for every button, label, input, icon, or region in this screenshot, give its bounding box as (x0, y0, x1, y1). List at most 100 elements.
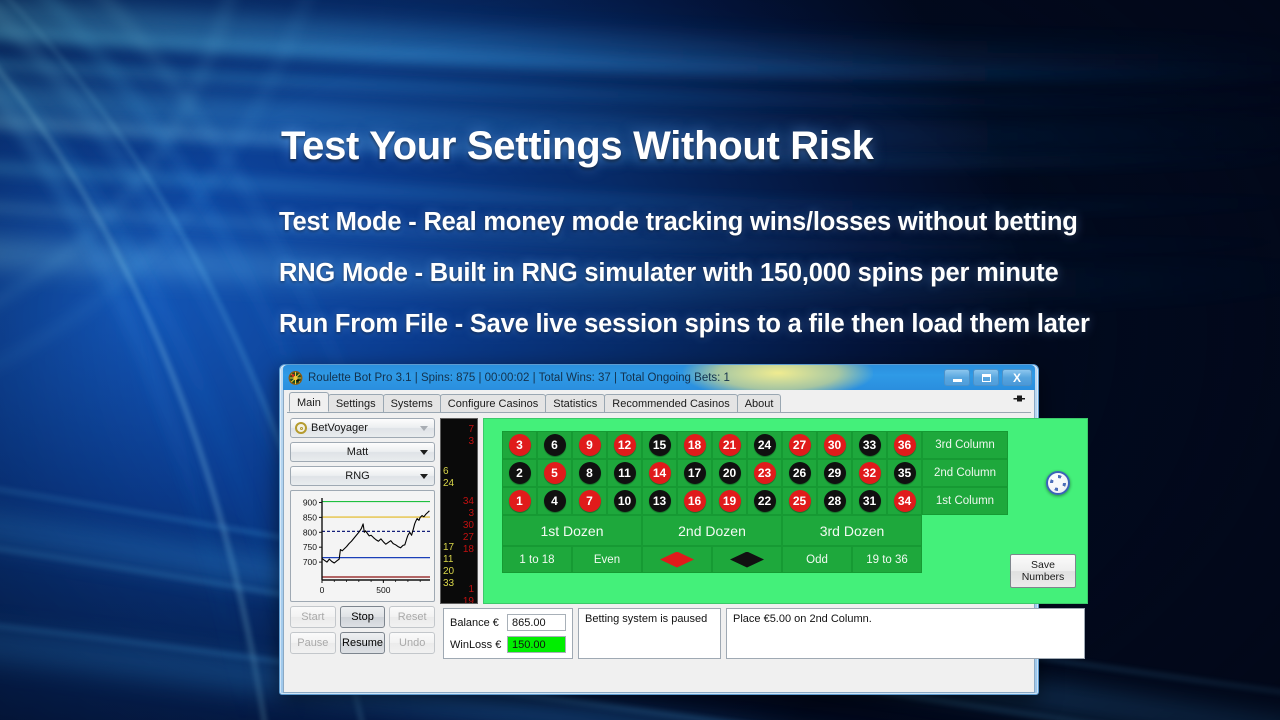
number-cell-15[interactable]: 15 (642, 431, 677, 459)
number-cell-25[interactable]: 25 (782, 487, 817, 515)
number-cell-14[interactable]: 14 (642, 459, 677, 487)
column-bet-2[interactable]: 1st Column (922, 487, 1008, 515)
number-cell-4[interactable]: 4 (537, 487, 572, 515)
number-cell-12[interactable]: 12 (607, 431, 642, 459)
casino-select[interactable]: BetVoyager (290, 418, 435, 438)
spin-history-strip[interactable]: 6 24 17 11 20 33 7 3 34 3 30 27 18 1 19 (440, 418, 478, 604)
tab-configure-casinos[interactable]: Configure Casinos (439, 394, 547, 412)
maximize-icon[interactable] (973, 369, 999, 386)
number-cell-29[interactable]: 29 (817, 459, 852, 487)
dozen-bet-2[interactable]: 3rd Dozen (782, 515, 922, 546)
number-cell-35[interactable]: 35 (887, 459, 922, 487)
chart-xtick-label: 0 (320, 585, 325, 595)
number-cell-16[interactable]: 16 (677, 487, 712, 515)
pin-icon[interactable] (1013, 392, 1026, 410)
tab-main[interactable]: Main (289, 392, 329, 412)
number-chip: 12 (613, 434, 636, 456)
number-cell-20[interactable]: 20 (712, 459, 747, 487)
tab-statistics[interactable]: Statistics (545, 394, 606, 412)
number-cell-3[interactable]: 3 (502, 431, 537, 459)
history-number: 27 (462, 532, 474, 543)
number-cell-23[interactable]: 23 (747, 459, 782, 487)
number-cell-26[interactable]: 26 (782, 459, 817, 487)
window-titlebar[interactable]: Roulette Bot Pro 3.1 | Spins: 875 | 00:0… (283, 365, 1035, 390)
number-cell-33[interactable]: 33 (852, 431, 887, 459)
number-cell-6[interactable]: 6 (537, 431, 572, 459)
tab-about[interactable]: About (736, 394, 782, 412)
number-cell-30[interactable]: 30 (817, 431, 852, 459)
number-cell-1[interactable]: 1 (502, 487, 537, 515)
outside-bet-1-to-18[interactable]: 1 to 18 (502, 546, 572, 573)
number-cell-10[interactable]: 10 (607, 487, 642, 515)
chart-ytick-label: 750 (303, 542, 317, 552)
number-chip: 8 (578, 462, 601, 484)
bet-chip-2nd-column[interactable] (1046, 471, 1070, 495)
number-chip: 13 (648, 490, 671, 512)
number-cell-11[interactable]: 11 (607, 459, 642, 487)
number-cell-19[interactable]: 19 (712, 487, 747, 515)
number-cell-8[interactable]: 8 (572, 459, 607, 487)
system-select[interactable]: Matt (290, 442, 435, 462)
status-row: Balance € 865.00 WinLoss € 150.00 Bettin… (440, 604, 1088, 659)
number-chip: 28 (823, 490, 846, 512)
number-cell-2[interactable]: 2 (502, 459, 537, 487)
number-cell-31[interactable]: 31 (852, 487, 887, 515)
outside-bet-even[interactable]: Even (572, 546, 642, 573)
number-cell-28[interactable]: 28 (817, 487, 852, 515)
number-cell-27[interactable]: 27 (782, 431, 817, 459)
close-icon[interactable]: X (1002, 369, 1032, 386)
red-diamond-icon (660, 551, 694, 568)
number-chip: 2 (508, 462, 531, 484)
number-cell-22[interactable]: 22 (747, 487, 782, 515)
black-bet[interactable] (712, 546, 782, 573)
number-chip: 7 (578, 490, 601, 512)
tab-settings[interactable]: Settings (327, 394, 384, 412)
tab-systems[interactable]: Systems (382, 394, 441, 412)
outside-bet-odd[interactable]: Odd (782, 546, 852, 573)
number-chip: 20 (718, 462, 741, 484)
number-chip: 36 (893, 434, 916, 456)
dozen-bet-1[interactable]: 2nd Dozen (642, 515, 782, 546)
number-cell-13[interactable]: 13 (642, 487, 677, 515)
number-chip: 16 (683, 490, 706, 512)
number-chip: 33 (858, 434, 881, 456)
history-number: 18 (462, 544, 474, 555)
column-bet-0[interactable]: 3rd Column (922, 431, 1008, 459)
winloss-value: 150.00 (507, 636, 566, 653)
number-cell-17[interactable]: 17 (677, 459, 712, 487)
slide-copy: Test Your Settings Without Risk Test Mod… (279, 126, 1199, 361)
history-number: 19 (462, 596, 474, 604)
pause-button[interactable]: Pause (290, 632, 336, 654)
undo-button[interactable]: Undo (389, 632, 436, 654)
number-cell-36[interactable]: 36 (887, 431, 922, 459)
number-cell-24[interactable]: 24 (747, 431, 782, 459)
main-tab-body: BetVoyager Matt RNG 700 750 800 850 900 0 500 (287, 413, 1088, 662)
outside-bet-19-to-36[interactable]: 19 to 36 (852, 546, 922, 573)
number-cell-21[interactable]: 21 (712, 431, 747, 459)
reset-button[interactable]: Reset (389, 606, 436, 628)
number-cell-18[interactable]: 18 (677, 431, 712, 459)
start-button[interactable]: Start (290, 606, 336, 628)
stop-button[interactable]: Stop (339, 606, 386, 628)
number-cell-5[interactable]: 5 (537, 459, 572, 487)
minimize-icon[interactable] (944, 369, 970, 386)
number-cell-9[interactable]: 9 (572, 431, 607, 459)
mode-select[interactable]: RNG (290, 466, 435, 486)
casino-chip-icon (295, 422, 307, 434)
dozen-bet-0[interactable]: 1st Dozen (502, 515, 642, 546)
save-numbers-button[interactable]: Save Numbers (1010, 554, 1076, 588)
column-bet-1[interactable]: 2nd Column (922, 459, 1008, 487)
resume-button[interactable]: Resume (339, 632, 386, 654)
chart-ytick-label: 900 (303, 497, 317, 507)
number-cell-7[interactable]: 7 (572, 487, 607, 515)
application-window: Roulette Bot Pro 3.1 | Spins: 875 | 00:0… (279, 364, 1088, 695)
roulette-wheel-icon (288, 370, 303, 385)
tab-recommended-casinos[interactable]: Recommended Casinos (604, 394, 738, 412)
red-bet[interactable] (642, 546, 712, 573)
history-number: 1 (468, 584, 474, 595)
number-cell-32[interactable]: 32 (852, 459, 887, 487)
dozen-row: 1st Dozen 2nd Dozen 3rd Dozen (502, 515, 1008, 546)
chart-xtick-label: 500 (376, 585, 390, 595)
number-cell-34[interactable]: 34 (887, 487, 922, 515)
chevron-down-icon (420, 473, 428, 479)
